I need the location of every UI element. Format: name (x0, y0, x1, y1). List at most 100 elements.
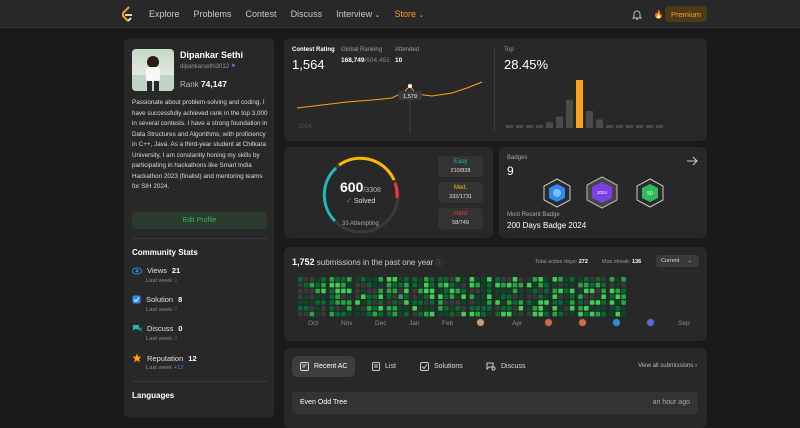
heatmap-cell[interactable] (506, 306, 512, 311)
heatmap-cell[interactable] (564, 306, 569, 311)
heatmap-cell[interactable] (552, 306, 558, 311)
heatmap-cell[interactable] (418, 294, 423, 299)
heatmap-cell[interactable] (532, 300, 538, 305)
contest-marker-icon[interactable] (544, 318, 553, 327)
heatmap-cell[interactable] (512, 300, 518, 305)
heatmap-cell[interactable] (569, 300, 575, 305)
heatmap-cell[interactable] (449, 300, 455, 305)
heatmap-cell[interactable] (355, 277, 360, 282)
heatmap-cell[interactable] (532, 306, 538, 311)
heatmap-cell[interactable] (526, 288, 532, 294)
heatmap-cell[interactable] (469, 294, 475, 299)
nav-store[interactable]: Store ⌄ (394, 9, 424, 19)
heatmap-cell[interactable] (341, 282, 346, 288)
heatmap-cell[interactable] (418, 311, 423, 317)
badge-2024-icon[interactable]: 2024 (586, 176, 618, 209)
heatmap-cell[interactable] (538, 277, 543, 282)
heatmap-cell[interactable] (298, 282, 303, 288)
heatmap-cell[interactable] (346, 300, 352, 305)
heatmap-cell[interactable] (538, 306, 543, 311)
heatmap-cell[interactable] (601, 288, 606, 294)
heatmap-cell[interactable] (335, 300, 340, 305)
heatmap-cell[interactable] (455, 277, 461, 282)
heatmap-cell[interactable] (601, 300, 606, 305)
heatmap-cell[interactable] (518, 288, 524, 294)
heatmap-cell[interactable] (449, 311, 455, 317)
heatmap-cell[interactable] (321, 311, 326, 317)
heatmap-cell[interactable] (438, 282, 443, 288)
heatmap-cell[interactable] (335, 311, 340, 317)
bell-icon[interactable] (631, 9, 642, 20)
heatmap-cell[interactable] (341, 311, 346, 317)
heatmap-cell[interactable] (424, 306, 429, 311)
heatmap-cell[interactable] (512, 306, 518, 311)
heatmap-cell[interactable] (584, 306, 589, 311)
heatmap-cell[interactable] (455, 294, 461, 299)
heatmap-cell[interactable] (512, 294, 518, 299)
contest-marker-icon[interactable] (612, 318, 621, 327)
heatmap-cell[interactable] (512, 311, 518, 317)
heatmap-cell[interactable] (309, 306, 315, 311)
heatmap-cell[interactable] (589, 282, 595, 288)
heatmap-cell[interactable] (443, 294, 449, 299)
heatmap-cell[interactable] (501, 294, 506, 299)
heatmap-cell[interactable] (386, 306, 392, 311)
heatmap-cell[interactable] (424, 294, 429, 299)
heatmap-cell[interactable] (412, 288, 417, 294)
heatmap-cell[interactable] (609, 311, 615, 317)
heatmap-cell[interactable] (298, 294, 303, 299)
nav-explore[interactable]: Explore (149, 9, 180, 19)
heatmap-cell[interactable] (443, 311, 449, 317)
heatmap-cell[interactable] (424, 311, 429, 317)
heatmap-cell[interactable] (438, 306, 443, 311)
heatmap-cell[interactable] (487, 277, 492, 282)
nav-contest[interactable]: Contest (246, 9, 277, 19)
heatmap-cell[interactable] (475, 300, 480, 305)
heatmap-cell[interactable] (615, 282, 621, 288)
arrow-right-icon[interactable] (686, 156, 698, 166)
heatmap-cell[interactable] (461, 311, 466, 317)
heatmap-cell[interactable] (309, 311, 315, 317)
heatmap-cell[interactable] (386, 282, 392, 288)
heatmap-cell[interactable] (303, 300, 309, 305)
heatmap-cell[interactable] (303, 311, 309, 317)
heatmap-cell[interactable] (449, 277, 455, 282)
heatmap-cell[interactable] (552, 300, 558, 305)
heatmap-cell[interactable] (335, 294, 340, 299)
heatmap-cell[interactable] (595, 306, 601, 311)
heatmap-cell[interactable] (544, 294, 549, 299)
heatmap-cell[interactable] (558, 294, 563, 299)
heatmap-cell[interactable] (501, 277, 506, 282)
heatmap-cell[interactable] (392, 300, 398, 305)
heatmap-cell[interactable] (378, 300, 383, 305)
heatmap-cell[interactable] (392, 277, 398, 282)
heatmap-cell[interactable] (501, 306, 506, 311)
year-select[interactable]: Current ⌄ (656, 255, 699, 267)
heatmap-cell[interactable] (321, 306, 326, 311)
heatmap-cell[interactable] (438, 277, 443, 282)
heatmap-cell[interactable] (361, 306, 366, 311)
heatmap-cell[interactable] (481, 288, 486, 294)
heatmap-cell[interactable] (355, 294, 360, 299)
heatmap-cell[interactable] (615, 300, 621, 305)
heatmap-cell[interactable] (329, 306, 335, 311)
heatmap-cell[interactable] (461, 282, 466, 288)
heatmap-cell[interactable] (564, 277, 569, 282)
heatmap-cell[interactable] (449, 306, 455, 311)
heatmap-cell[interactable] (601, 294, 606, 299)
nav-problems[interactable]: Problems (194, 9, 232, 19)
heatmap-cell[interactable] (321, 288, 326, 294)
heatmap-cell[interactable] (518, 294, 524, 299)
heatmap-cell[interactable] (518, 311, 524, 317)
heatmap-cell[interactable] (372, 288, 378, 294)
heatmap-cell[interactable] (552, 277, 558, 282)
heatmap-cell[interactable] (481, 311, 486, 317)
heatmap-cell[interactable] (303, 277, 309, 282)
heatmap-cell[interactable] (449, 294, 455, 299)
heatmap-cell[interactable] (558, 277, 563, 282)
heatmap-cell[interactable] (621, 294, 626, 299)
heatmap-cell[interactable] (495, 277, 500, 282)
heatmap-cell[interactable] (487, 294, 492, 299)
heatmap-cell[interactable] (501, 288, 506, 294)
heatmap-cell[interactable] (569, 311, 575, 317)
